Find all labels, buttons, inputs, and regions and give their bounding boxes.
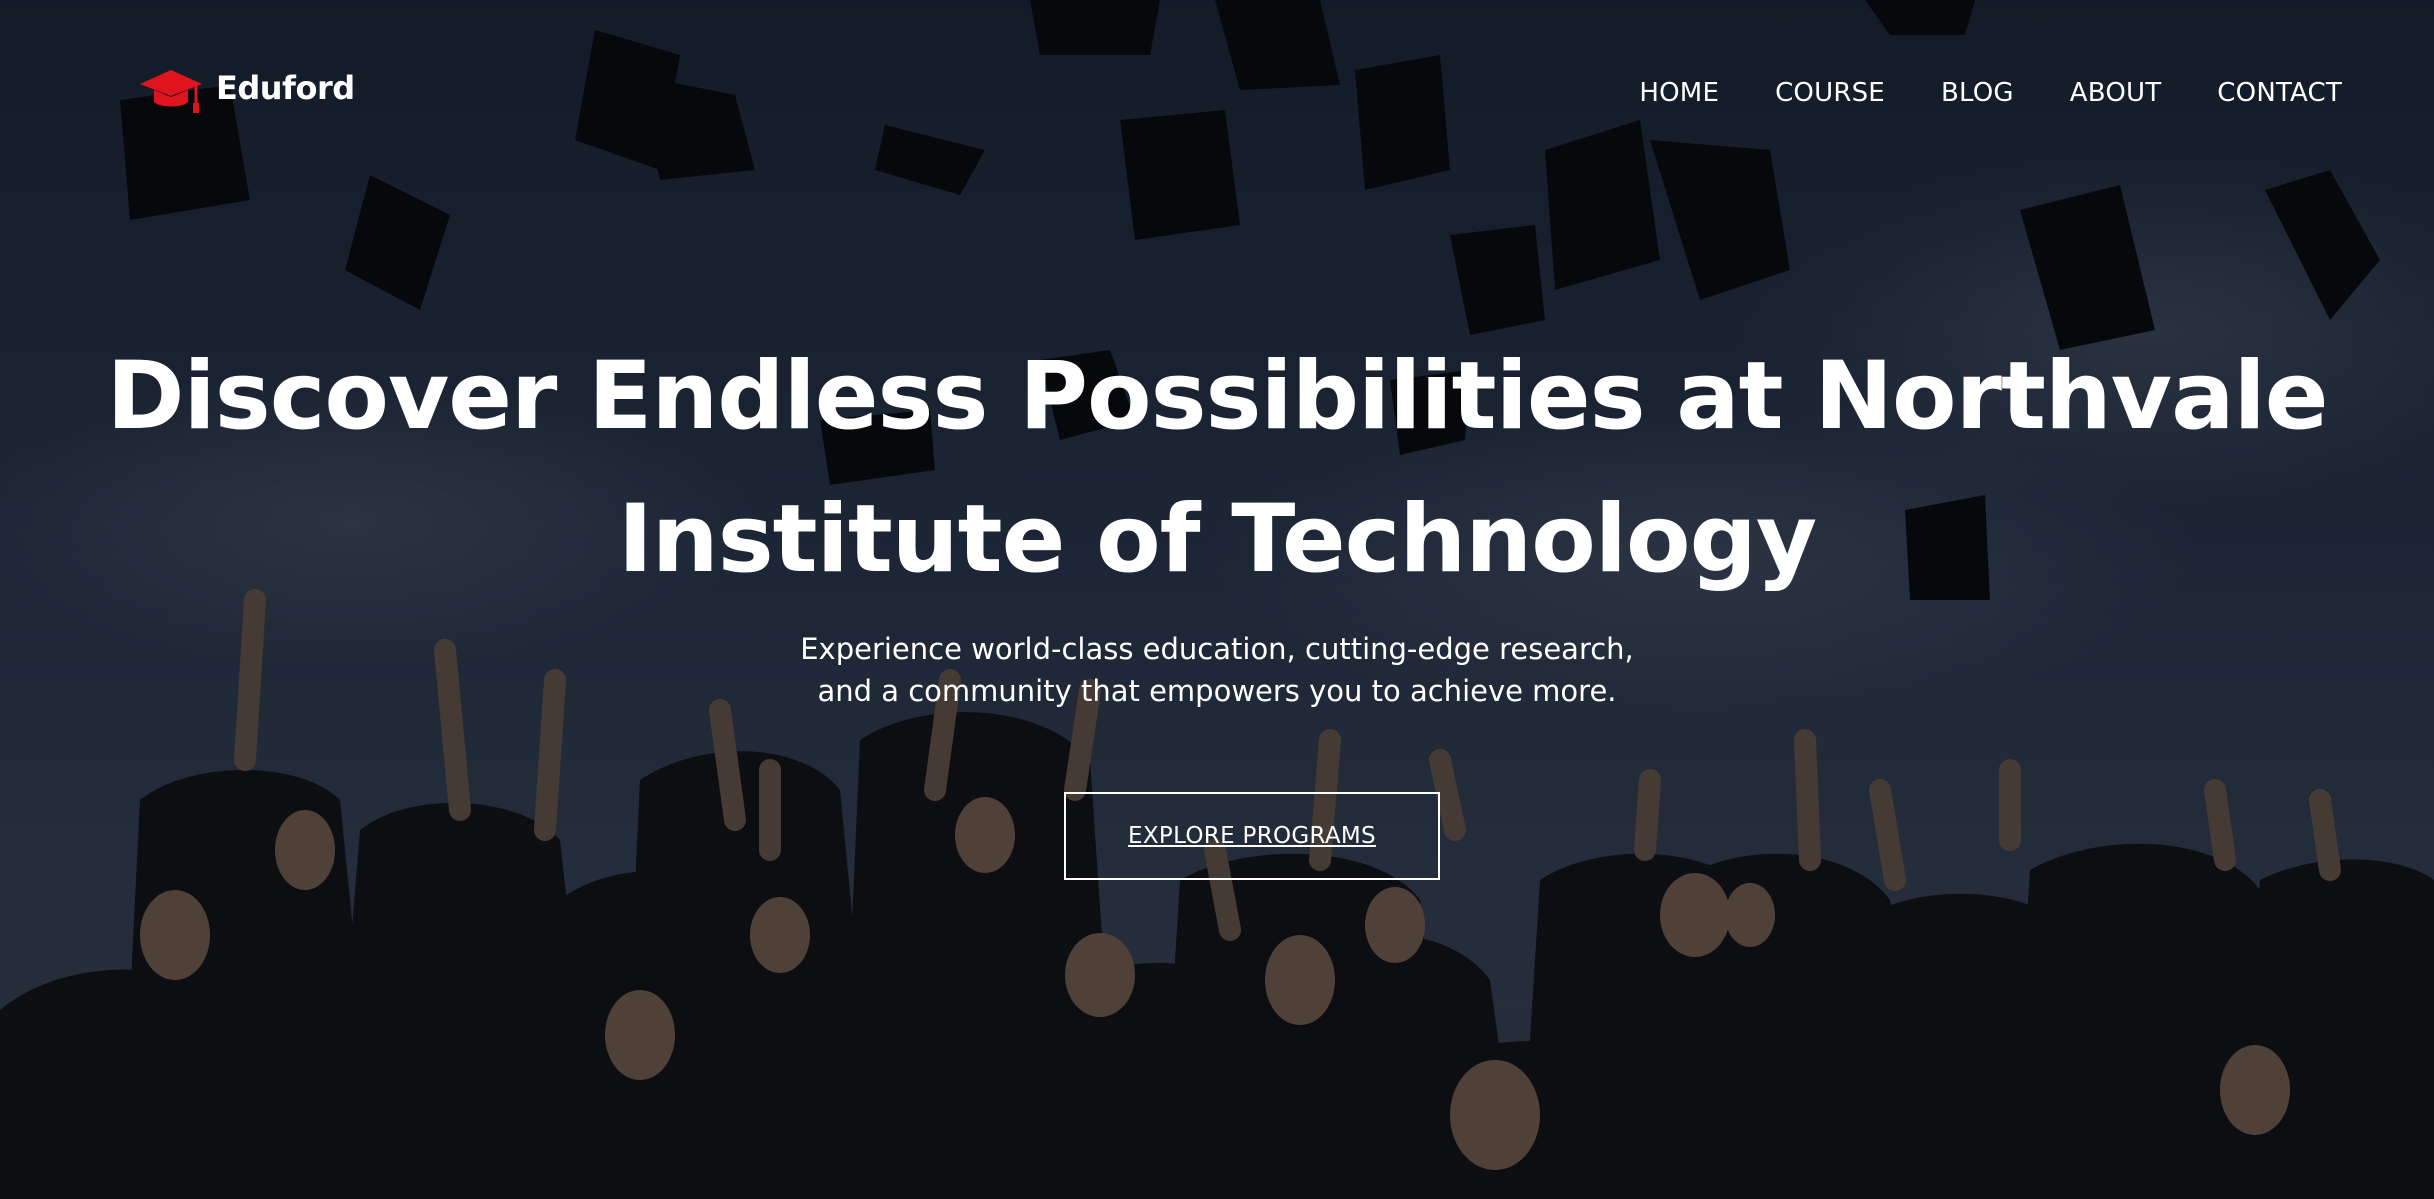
nav-item-course: COURSE [1775,78,1885,108]
nav-item-home: HOME [1639,78,1719,108]
hero-subtitle-line-2: and a community that empowers you to ach… [817,674,1617,708]
nav-link-about[interactable]: ABOUT [2070,78,2162,108]
main-navigation: HOME COURSE BLOG ABOUT CONTACT [1639,78,2342,108]
hero-headline: Discover Endless Possibilities at Northv… [0,325,2434,611]
hero-subtitle-line-1: Experience world-class education, cuttin… [800,632,1634,666]
hero-section: Eduford HOME COURSE BLOG ABOUT CONTACT D… [0,0,2434,1199]
nav-link-blog[interactable]: BLOG [1941,78,2014,108]
explore-programs-button[interactable]: EXPLORE PROGRAMS [1064,792,1440,880]
graduation-cap-icon [140,70,202,113]
nav-item-contact: CONTACT [2217,78,2342,108]
nav-item-about: ABOUT [2070,78,2162,108]
nav-item-blog: BLOG [1941,78,2014,108]
nav-link-home[interactable]: HOME [1639,78,1719,108]
nav-link-contact[interactable]: CONTACT [2217,78,2342,108]
brand-logo[interactable]: Eduford [138,66,355,122]
hero-headline-line-2: Institute of Technology [617,485,1817,594]
nav-link-course[interactable]: COURSE [1775,78,1885,108]
brand-name: Eduford [216,69,355,107]
hero-headline-line-1: Discover Endless Possibilities at Northv… [106,342,2329,451]
hero-subtitle: Experience world-class education, cuttin… [0,628,2434,712]
